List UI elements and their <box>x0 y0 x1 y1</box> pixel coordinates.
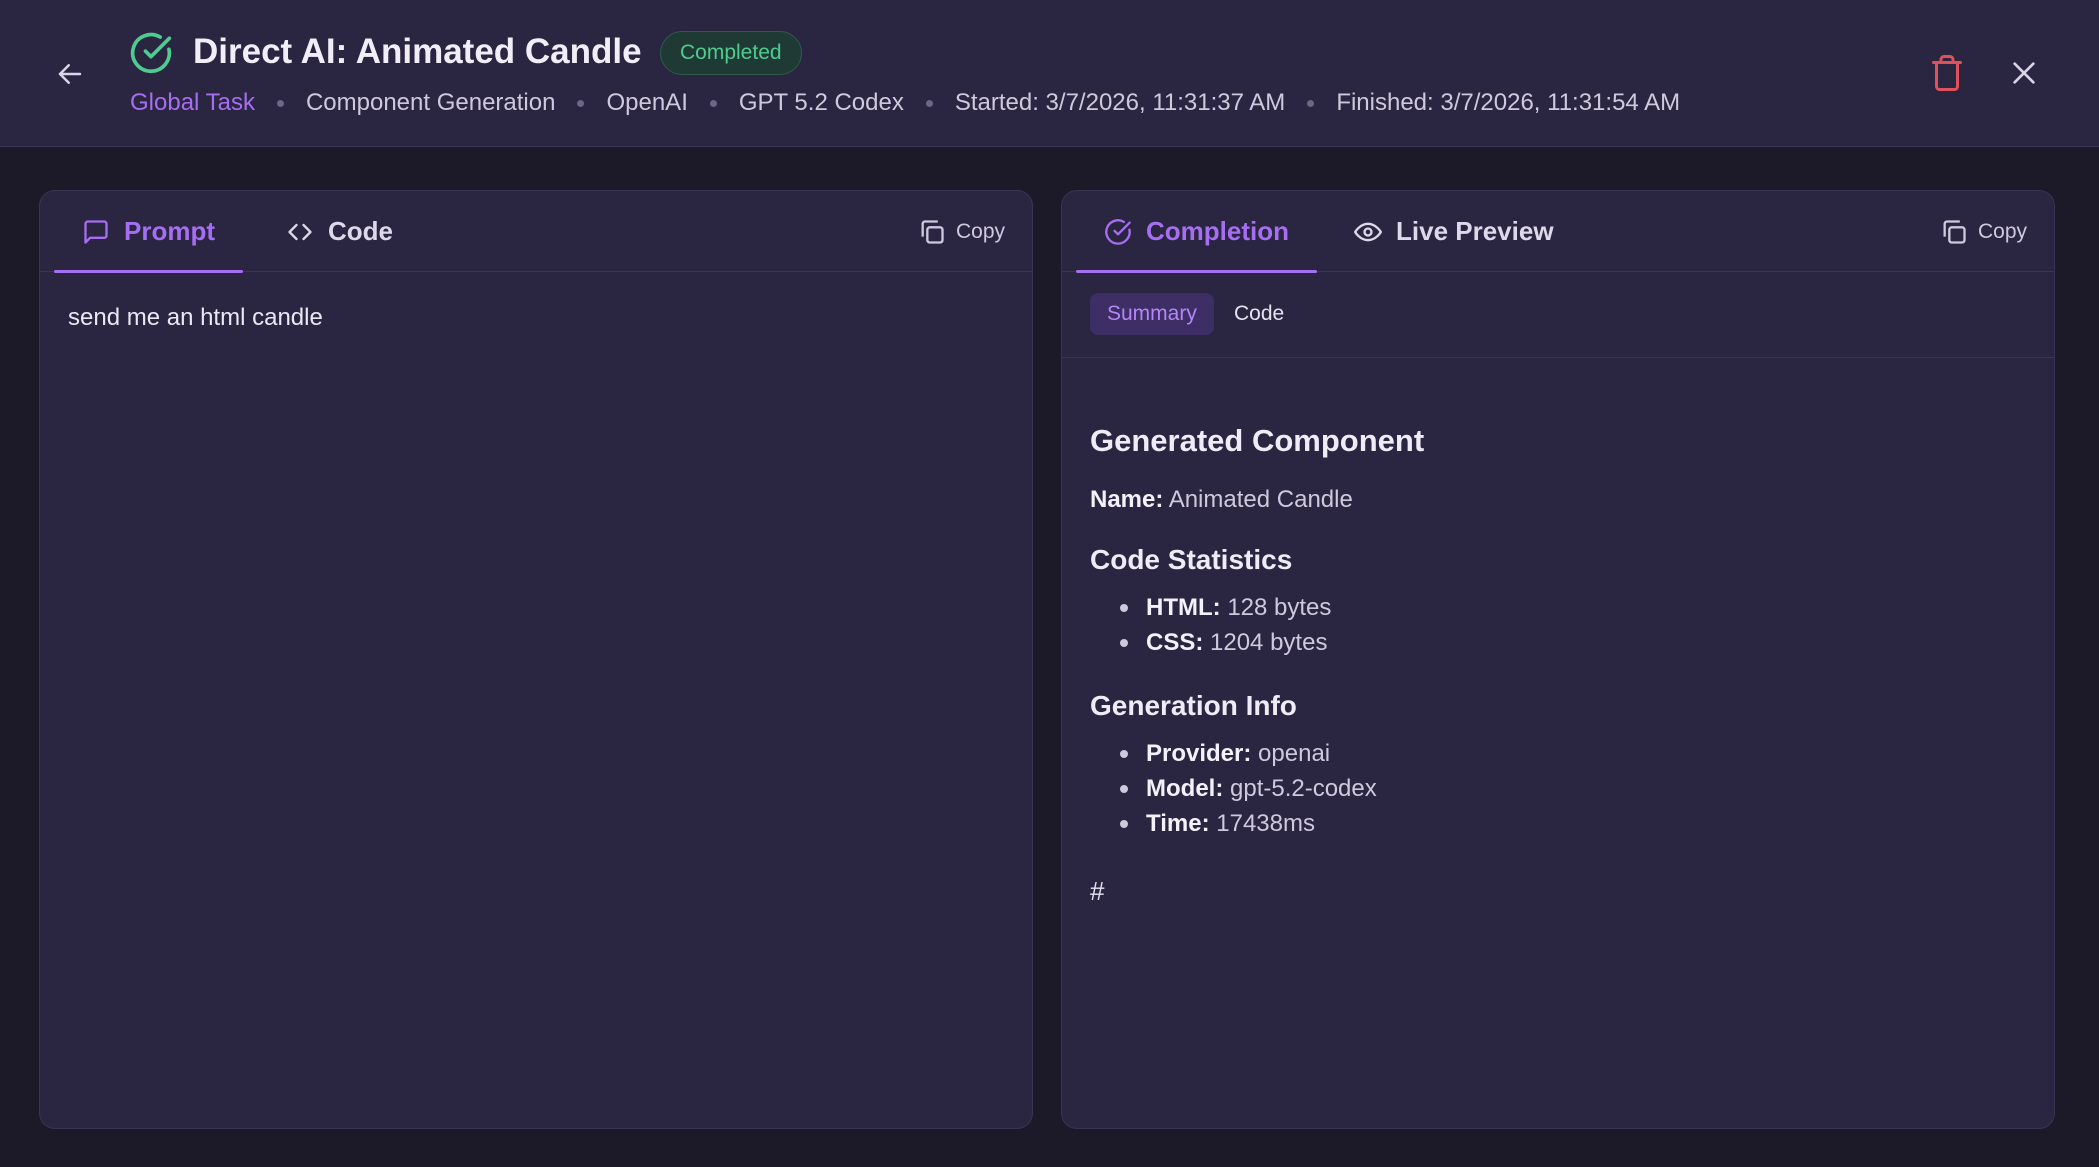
prompt-panel: Prompt Code Copy send me an html candle <box>39 190 1033 1129</box>
trailing-hash: # <box>1090 876 1105 906</box>
prompt-text: send me an html candle <box>68 304 323 331</box>
separator-dot <box>709 99 717 107</box>
code-icon <box>288 223 312 240</box>
close-button[interactable] <box>2008 57 2040 89</box>
tab-label: Completion <box>1146 216 1289 246</box>
list-item: Model: gpt-5.2-codex <box>1120 771 2020 806</box>
separator-dot <box>577 99 585 107</box>
info-value: 17438ms <box>1216 810 1315 837</box>
arrow-left-icon <box>58 64 82 84</box>
tab-label: Prompt <box>124 216 215 246</box>
provider-label: OpenAI <box>606 89 688 116</box>
task-header: Direct AI: Animated Candle Completed Glo… <box>0 0 2099 147</box>
subtab-code[interactable]: Code <box>1217 293 1301 335</box>
summary-content: Generated Component Name: Animated Candl… <box>1090 423 2020 907</box>
info-label: Time: <box>1146 810 1210 837</box>
copy-completion-button[interactable]: Copy <box>1940 216 2027 248</box>
stat-label: HTML: <box>1146 594 1221 621</box>
copy-icon <box>1943 220 1966 244</box>
stat-value: 128 bytes <box>1227 594 1332 621</box>
info-list: Provider: openai Model: gpt-5.2-codex Ti… <box>1090 736 2020 841</box>
copy-icon <box>921 220 944 244</box>
close-icon <box>2013 62 2035 84</box>
tab-live-preview[interactable]: Live Preview <box>1332 191 1576 272</box>
name-label: Name: <box>1090 486 1164 513</box>
subtab-summary[interactable]: Summary <box>1090 293 1214 335</box>
delete-button[interactable] <box>1929 53 1965 93</box>
copy-label: Copy <box>956 220 1006 243</box>
message-square-icon <box>84 219 108 244</box>
name-value: Animated Candle <box>1168 486 1353 513</box>
check-circle-icon <box>1105 218 1131 245</box>
info-label: Model: <box>1146 775 1224 802</box>
component-name: Name: Animated Candle <box>1090 486 2020 514</box>
separator-dot <box>276 99 284 107</box>
stat-value: 1204 bytes <box>1210 629 1328 656</box>
tab-code[interactable]: Code <box>264 191 415 272</box>
completion-panel-tabs: Completion Live Preview Copy <box>1062 191 2054 273</box>
stat-label: CSS: <box>1146 629 1204 656</box>
copy-label: Copy <box>1978 220 2028 243</box>
back-button[interactable] <box>52 56 88 92</box>
task-meta: Global Task Component Generation OpenAI … <box>130 86 1680 120</box>
info-label: Provider: <box>1146 740 1252 767</box>
info-value: openai <box>1258 740 1331 767</box>
check-circle-icon <box>130 32 172 74</box>
separator-dot <box>925 99 933 107</box>
eye-icon <box>1354 222 1382 241</box>
info-heading: Generation Info <box>1090 690 1297 721</box>
separator-dot <box>1307 99 1315 107</box>
list-item: Time: 17438ms <box>1120 806 2020 841</box>
stats-list: HTML: 128 bytes CSS: 1204 bytes <box>1090 590 2020 660</box>
prompt-panel-tabs: Prompt Code Copy <box>40 191 1032 273</box>
list-item: CSS: 1204 bytes <box>1120 625 2020 660</box>
stats-heading: Code Statistics <box>1090 544 1293 575</box>
summary-heading: Generated Component <box>1090 423 1425 458</box>
completion-panel: Completion Live Preview Copy Summary Cod… <box>1061 190 2055 1129</box>
list-item: Provider: openai <box>1120 736 2020 771</box>
tab-label: Live Preview <box>1396 216 1554 246</box>
task-type: Component Generation <box>305 89 556 116</box>
scope-link[interactable]: Global Task <box>130 89 255 117</box>
list-item: HTML: 128 bytes <box>1120 590 2020 625</box>
completion-subtabs: Summary Code <box>1062 272 2054 358</box>
tab-label: Code <box>328 216 393 246</box>
info-value: gpt-5.2-codex <box>1230 775 1377 802</box>
model-label: GPT 5.2 Codex <box>738 89 904 116</box>
status-badge: Completed <box>660 31 802 75</box>
tab-prompt[interactable]: Prompt <box>54 191 243 273</box>
copy-prompt-button[interactable]: Copy <box>918 216 1005 248</box>
finished-time: Finished: 3/7/2026, 11:31:54 AM <box>1336 89 1681 116</box>
started-time: Started: 3/7/2026, 11:31:37 AM <box>954 89 1286 116</box>
page-title: Direct AI: Animated Candle <box>193 32 642 71</box>
tab-completion[interactable]: Completion <box>1076 191 1317 273</box>
trash-icon <box>1932 55 1962 91</box>
